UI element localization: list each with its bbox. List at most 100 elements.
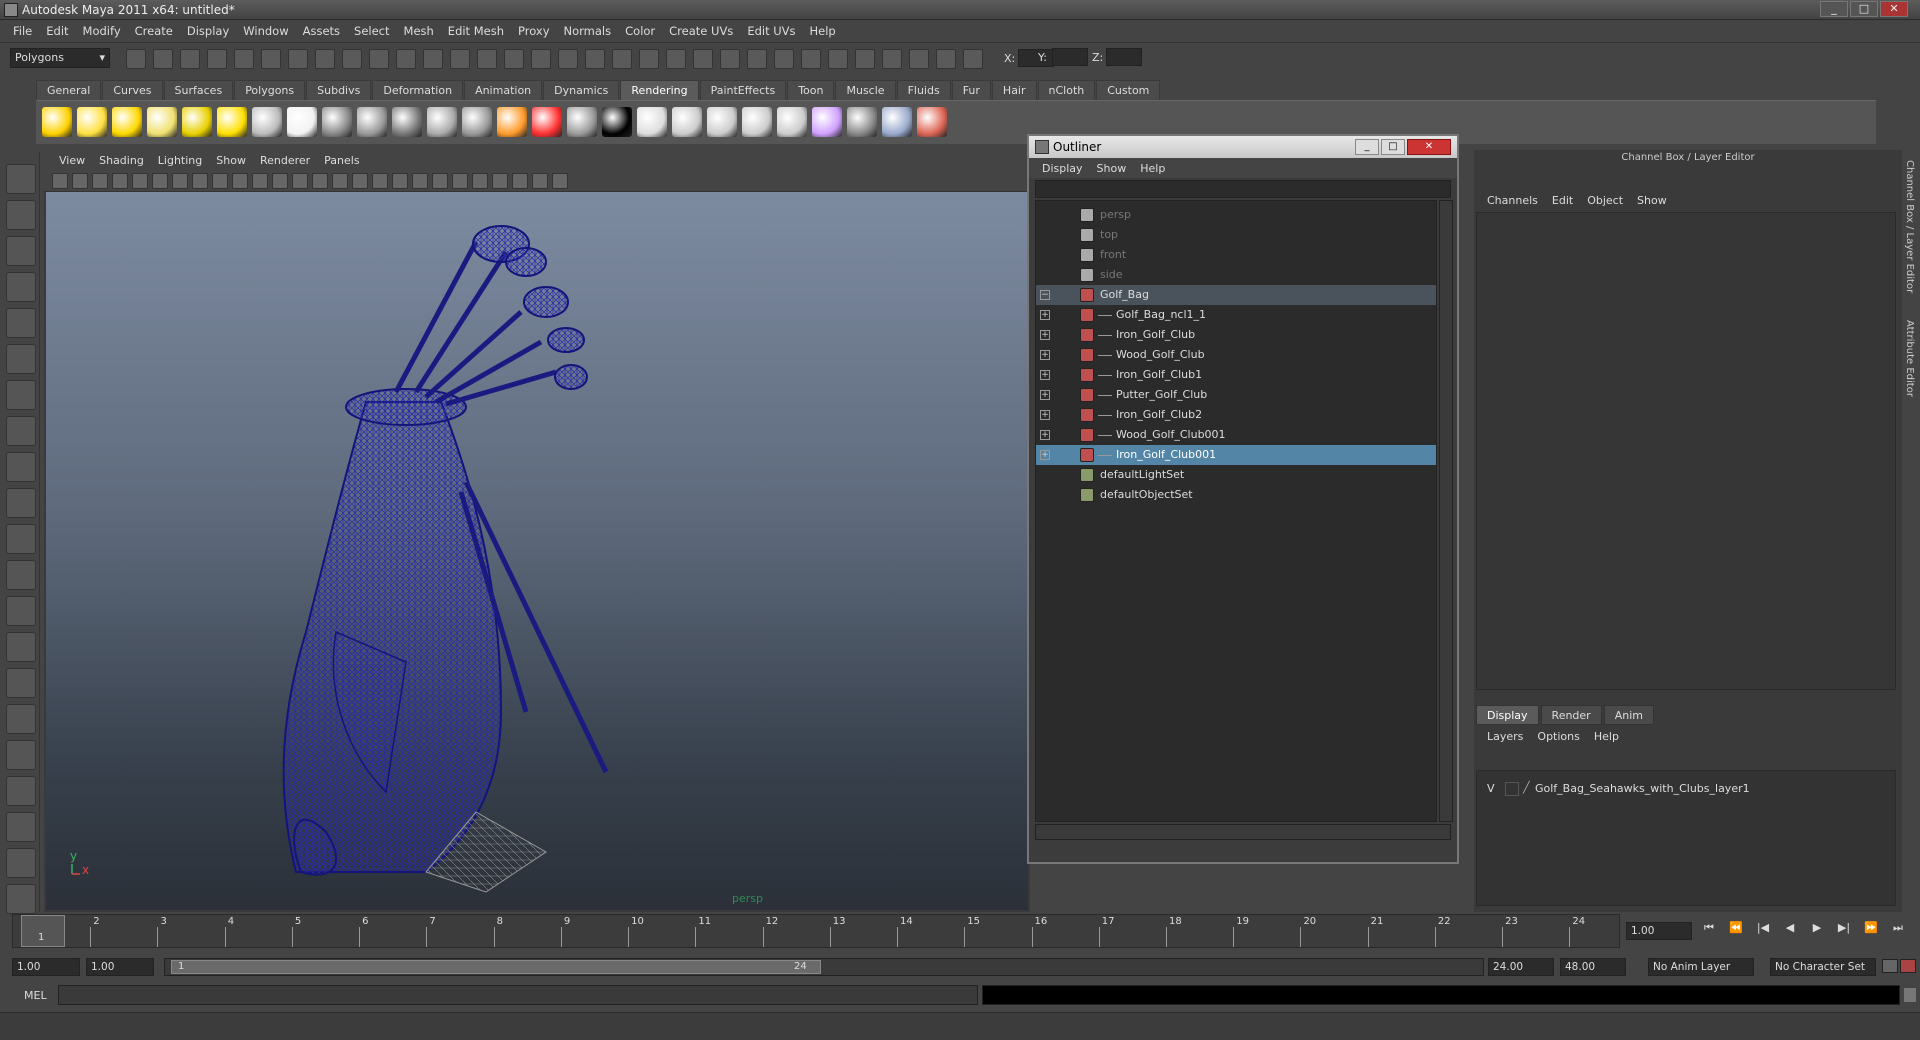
status-tool-icon[interactable] — [423, 49, 443, 69]
playback-button[interactable]: |◀ — [1754, 919, 1772, 937]
menu-proxy[interactable]: Proxy — [511, 24, 557, 38]
cmd-language-label[interactable]: MEL — [24, 989, 47, 1002]
toolbox-tool-icon[interactable] — [6, 632, 36, 662]
status-tool-icon[interactable] — [801, 49, 821, 69]
status-tool-icon[interactable] — [261, 49, 281, 69]
toolbox-tool-icon[interactable] — [6, 812, 36, 842]
playback-button[interactable]: ⏪ — [1727, 919, 1745, 937]
outliner-maximize-button[interactable]: □ — [1381, 139, 1405, 155]
toolbox-tool-icon[interactable] — [6, 308, 36, 338]
layer-menu-options[interactable]: Options — [1530, 730, 1586, 743]
shelf-tool-icon[interactable] — [392, 107, 422, 137]
toolbox-tool-icon[interactable] — [6, 236, 36, 266]
outliner-item[interactable]: + Iron_Golf_Club — [1036, 325, 1436, 345]
outliner-item[interactable]: + Iron_Golf_Club2 — [1036, 405, 1436, 425]
playback-button[interactable]: ▶| — [1835, 919, 1853, 937]
viewport-tool-icon[interactable] — [492, 173, 508, 189]
status-tool-icon[interactable] — [180, 49, 200, 69]
outliner-vertical-scrollbar[interactable] — [1439, 200, 1453, 822]
script-editor-icon[interactable] — [1904, 988, 1916, 1002]
maximize-button[interactable]: □ — [1850, 1, 1878, 17]
layer-tab-render[interactable]: Render — [1540, 705, 1602, 725]
channel-box-menu-channels[interactable]: Channels — [1480, 194, 1545, 207]
viewport-tool-icon[interactable] — [552, 173, 568, 189]
shelf-tab-animation[interactable]: Animation — [464, 80, 543, 100]
status-tool-icon[interactable] — [396, 49, 416, 69]
layer-menu-layers[interactable]: Layers — [1480, 730, 1530, 743]
key-icon[interactable] — [1882, 959, 1898, 973]
viewport-tool-icon[interactable] — [512, 173, 528, 189]
command-input[interactable] — [58, 985, 978, 1005]
shelf-tool-icon[interactable] — [882, 107, 912, 137]
shelf-tab-curves[interactable]: Curves — [102, 80, 163, 100]
outliner-item[interactable]: front — [1036, 245, 1436, 265]
outliner-menu-help[interactable]: Help — [1133, 162, 1172, 175]
viewport-tool-icon[interactable] — [432, 173, 448, 189]
status-tool-icon[interactable] — [450, 49, 470, 69]
status-tool-icon[interactable] — [936, 49, 956, 69]
status-tool-icon[interactable] — [558, 49, 578, 69]
viewport-tool-icon[interactable] — [212, 173, 228, 189]
shelf-tab-hair[interactable]: Hair — [991, 80, 1037, 100]
shelf-tab-general[interactable]: General — [36, 80, 102, 100]
status-tool-icon[interactable] — [747, 49, 767, 69]
expand-toggle-icon[interactable]: + — [1040, 370, 1050, 380]
viewport-tool-icon[interactable] — [532, 173, 548, 189]
outliner-item[interactable]: + Iron_Golf_Club001 — [1036, 445, 1436, 465]
status-tool-icon[interactable] — [909, 49, 929, 69]
viewport-tool-icon[interactable] — [352, 173, 368, 189]
status-tool-icon[interactable] — [315, 49, 335, 69]
expand-toggle-icon[interactable]: + — [1040, 390, 1050, 400]
shelf-tool-icon[interactable] — [637, 107, 667, 137]
status-tool-icon[interactable] — [477, 49, 497, 69]
range-slider-handle[interactable]: 1 24 — [171, 960, 821, 974]
menu-file[interactable]: File — [6, 24, 39, 38]
menu-edit-mesh[interactable]: Edit Mesh — [441, 24, 511, 38]
outliner-item[interactable]: − Golf_Bag — [1036, 285, 1436, 305]
toolbox-tool-icon[interactable] — [6, 524, 36, 554]
status-tool-icon[interactable] — [585, 49, 605, 69]
expand-toggle-icon[interactable]: + — [1040, 350, 1050, 360]
shelf-tool-icon[interactable] — [777, 107, 807, 137]
viewport-menu-show[interactable]: Show — [209, 154, 253, 167]
playback-button[interactable]: ◀ — [1781, 919, 1799, 937]
outliner-item[interactable]: + Putter_Golf_Club — [1036, 385, 1436, 405]
shelf-tab-muscle[interactable]: Muscle — [835, 80, 896, 100]
viewport-tool-icon[interactable] — [72, 173, 88, 189]
viewport-tool-icon[interactable] — [52, 173, 68, 189]
viewport-tool-icon[interactable] — [472, 173, 488, 189]
playback-end-field[interactable]: 24.00 — [1488, 958, 1554, 976]
status-tool-icon[interactable] — [639, 49, 659, 69]
shelf-tool-icon[interactable] — [847, 107, 877, 137]
outliner-item[interactable]: + Wood_Golf_Club — [1036, 345, 1436, 365]
shelf-tool-icon[interactable] — [462, 107, 492, 137]
shelf-tab-rendering[interactable]: Rendering — [620, 80, 699, 100]
shelf-tool-icon[interactable] — [182, 107, 212, 137]
toolbox-tool-icon[interactable] — [6, 884, 36, 914]
viewport-tool-icon[interactable] — [252, 173, 268, 189]
outliner-filter-field[interactable] — [1035, 180, 1451, 198]
status-tool-icon[interactable] — [234, 49, 254, 69]
menu-window[interactable]: Window — [236, 24, 295, 38]
toolbox-tool-icon[interactable] — [6, 452, 36, 482]
expand-toggle-icon[interactable]: + — [1040, 330, 1050, 340]
shelf-tool-icon[interactable] — [742, 107, 772, 137]
expand-toggle-icon[interactable]: + — [1040, 450, 1050, 460]
viewport-tool-icon[interactable] — [372, 173, 388, 189]
anim-end-field[interactable]: 48.00 — [1560, 958, 1626, 976]
viewport-tool-icon[interactable] — [292, 173, 308, 189]
toolbox-tool-icon[interactable] — [6, 560, 36, 590]
shelf-tab-subdivs[interactable]: Subdivs — [306, 80, 372, 100]
layer-row[interactable]: V ╱ Golf_Bag_Seahawks_with_Clubs_layer1 — [1477, 779, 1895, 799]
shelf-tool-icon[interactable] — [602, 107, 632, 137]
status-tool-icon[interactable] — [207, 49, 227, 69]
toolbox-tool-icon[interactable] — [6, 488, 36, 518]
expand-toggle-icon[interactable]: + — [1040, 310, 1050, 320]
outliner-item[interactable]: + Wood_Golf_Club001 — [1036, 425, 1436, 445]
outliner-item[interactable]: persp — [1036, 205, 1436, 225]
shelf-tool-icon[interactable] — [532, 107, 562, 137]
status-tool-icon[interactable] — [531, 49, 551, 69]
toolbox-tool-icon[interactable] — [6, 668, 36, 698]
shelf-tab-dynamics[interactable]: Dynamics — [543, 80, 620, 100]
viewport-tool-icon[interactable] — [172, 173, 188, 189]
